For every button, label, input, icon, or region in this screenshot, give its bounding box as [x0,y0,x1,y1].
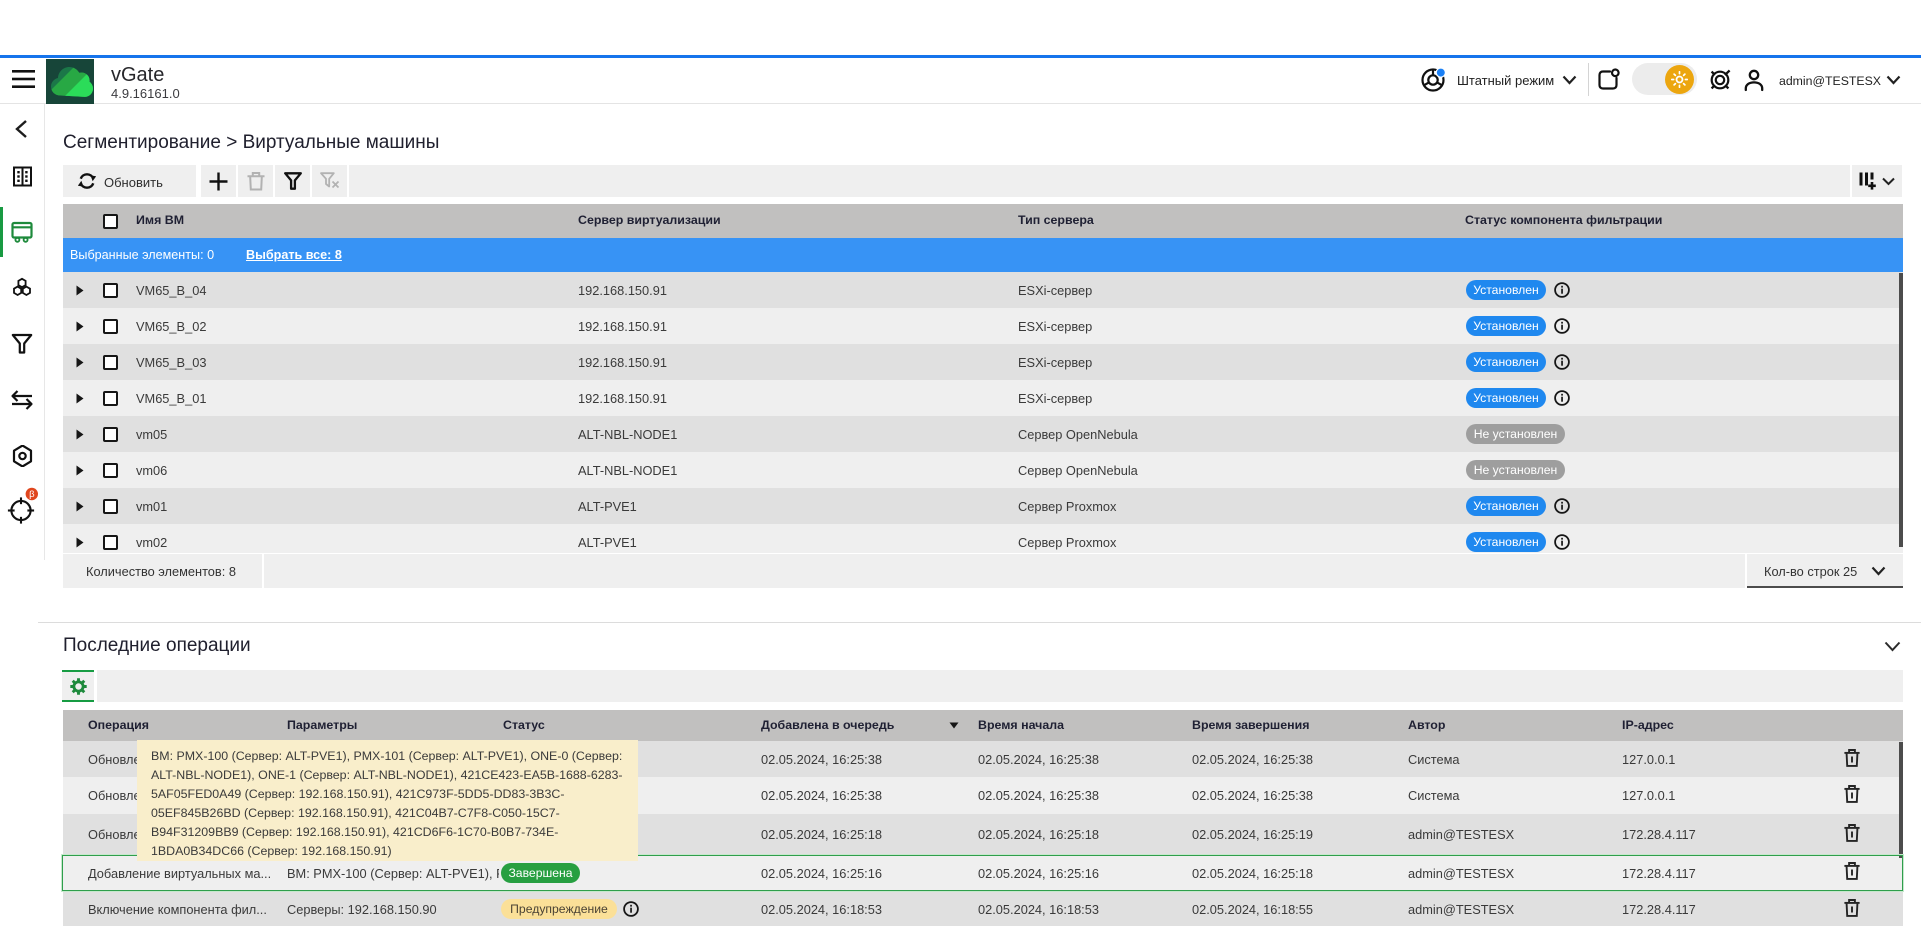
svg-text:β: β [29,489,35,500]
